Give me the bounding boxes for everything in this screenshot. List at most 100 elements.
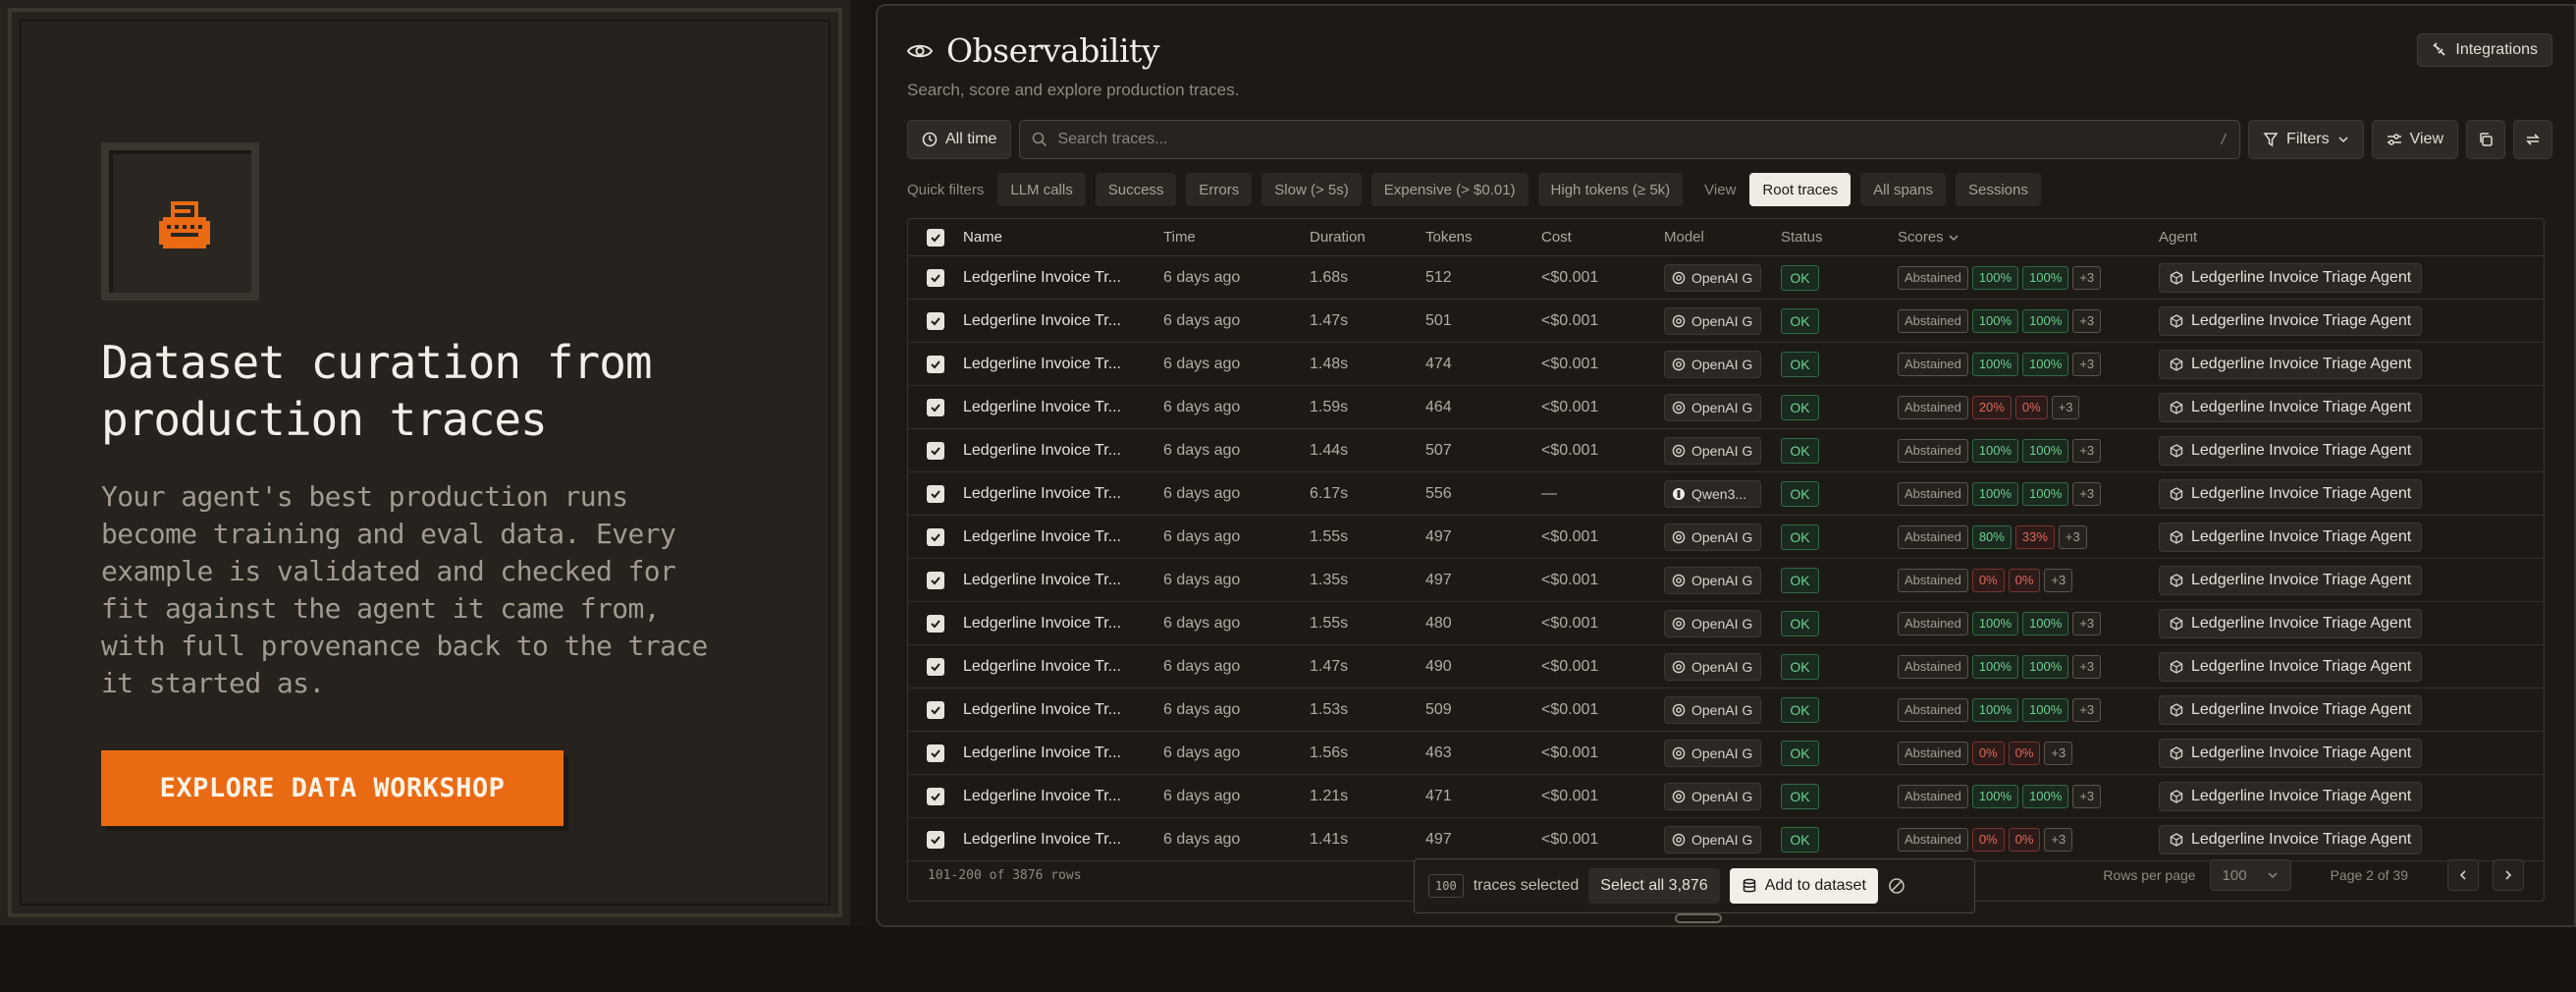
trace-name[interactable]: Ledgerline Invoice Tr...	[963, 744, 1163, 762]
trace-name[interactable]: Ledgerline Invoice Tr...	[963, 485, 1163, 503]
agent-badge[interactable]: Ledgerline Invoice Triage Agent	[2159, 522, 2423, 552]
col-agent[interactable]: Agent	[2159, 229, 2544, 246]
score-badge: +3	[2051, 395, 2080, 419]
table-row[interactable]: Ledgerline Invoice Tr... 6 days ago 1.68s 5…	[908, 256, 2544, 300]
agent-badge[interactable]: Ledgerline Invoice Triage Agent	[2159, 392, 2423, 422]
trace-name[interactable]: Ledgerline Invoice Tr...	[963, 528, 1163, 546]
row-checkbox[interactable]	[927, 527, 944, 546]
integrations-button[interactable]: Integrations	[2417, 33, 2552, 67]
view-all-spans[interactable]: All spans	[1860, 173, 1946, 206]
row-checkbox[interactable]	[927, 830, 944, 849]
trace-name[interactable]: Ledgerline Invoice Tr...	[963, 788, 1163, 805]
col-time[interactable]: Time	[1163, 229, 1310, 246]
explore-data-workshop-button[interactable]: EXPLORE DATA WORKSHOP	[101, 750, 564, 826]
copy-button[interactable]	[2466, 120, 2505, 159]
filters-button[interactable]: Filters	[2248, 120, 2364, 159]
row-checkbox[interactable]	[927, 614, 944, 633]
agent-badge[interactable]: Ledgerline Invoice Triage Agent	[2159, 565, 2423, 595]
table-row[interactable]: Ledgerline Invoice Tr... 6 days ago 1.48s 4…	[908, 343, 2544, 386]
table-row[interactable]: Ledgerline Invoice Tr... 6 days ago 1.44s 5…	[908, 429, 2544, 472]
agent-badge[interactable]: Ledgerline Invoice Triage Agent	[2159, 781, 2423, 811]
col-scores[interactable]: Scores	[1898, 229, 2159, 246]
table-row[interactable]: Ledgerline Invoice Tr... 6 days ago 6.17s 5…	[908, 472, 2544, 516]
agent-badge[interactable]: Ledgerline Invoice Triage Agent	[2159, 435, 2423, 466]
resize-handle[interactable]	[1675, 913, 1722, 923]
trace-name[interactable]: Ledgerline Invoice Tr...	[963, 312, 1163, 330]
agent-name: Ledgerline Invoice Triage Agent	[2191, 441, 2412, 459]
rows-per-page-select[interactable]: 100	[2209, 859, 2291, 891]
row-checkbox[interactable]	[927, 657, 944, 676]
agent-badge[interactable]: Ledgerline Invoice Triage Agent	[2159, 694, 2423, 725]
agent-badge[interactable]: Ledgerline Invoice Triage Agent	[2159, 349, 2423, 379]
next-page-button[interactable]	[2493, 859, 2524, 891]
row-checkbox[interactable]	[927, 787, 944, 805]
row-checkbox[interactable]	[927, 571, 944, 589]
table-row[interactable]: Ledgerline Invoice Tr... 6 days ago 1.53s 5…	[908, 689, 2544, 732]
table-row[interactable]: Ledgerline Invoice Tr... 6 days ago 1.47s 5…	[908, 300, 2544, 343]
agent-badge[interactable]: Ledgerline Invoice Triage Agent	[2159, 305, 2423, 336]
quick-filter-success[interactable]: Success	[1095, 173, 1177, 206]
select-all-checkbox[interactable]	[927, 228, 944, 247]
table-row[interactable]: Ledgerline Invoice Tr... 6 days ago 1.55s 4…	[908, 602, 2544, 645]
trace-name[interactable]: Ledgerline Invoice Tr...	[963, 615, 1163, 633]
quick-filter-high-tokens[interactable]: High tokens (≥ 5k)	[1537, 173, 1684, 206]
trace-name[interactable]: Ledgerline Invoice Tr...	[963, 356, 1163, 373]
table-row[interactable]: Ledgerline Invoice Tr... 6 days ago 1.21s 4…	[908, 775, 2544, 818]
trace-time: 6 days ago	[1163, 398, 1241, 415]
trace-name[interactable]: Ledgerline Invoice Tr...	[963, 572, 1163, 589]
trace-name[interactable]: Ledgerline Invoice Tr...	[963, 269, 1163, 287]
table-row[interactable]: Ledgerline Invoice Tr... 6 days ago 1.56s 4…	[908, 732, 2544, 775]
agent-badge[interactable]: Ledgerline Invoice Triage Agent	[2159, 262, 2423, 293]
trace-name[interactable]: Ledgerline Invoice Tr...	[963, 399, 1163, 416]
agent-badge[interactable]: Ledgerline Invoice Triage Agent	[2159, 738, 2423, 768]
col-name[interactable]: Name	[963, 229, 1163, 246]
refresh-button[interactable]	[2513, 120, 2552, 159]
select-all-button[interactable]: Select all 3,876	[1588, 868, 1720, 904]
table-row[interactable]: Ledgerline Invoice Tr... 6 days ago 1.35s 4…	[908, 559, 2544, 602]
table-row[interactable]: Ledgerline Invoice Tr... 6 days ago 1.59s 4…	[908, 386, 2544, 429]
agent-icon	[2170, 702, 2183, 717]
model-badge: OpenAI G	[1664, 306, 1761, 335]
row-checkbox[interactable]	[927, 700, 944, 719]
table-row[interactable]: Ledgerline Invoice Tr... 6 days ago 1.47s 4…	[908, 645, 2544, 689]
time-range-button[interactable]: All time	[907, 120, 1012, 159]
quick-filter-errors[interactable]: Errors	[1186, 173, 1253, 206]
agent-icon	[2170, 313, 2183, 328]
model-badge: OpenAI G	[1664, 393, 1761, 421]
quick-filters: Quick filters LLM calls Success Errors S…	[907, 173, 2041, 206]
col-model[interactable]: Model	[1664, 229, 1781, 246]
clear-selection-icon[interactable]	[1888, 877, 1905, 895]
copy-icon	[2480, 133, 2493, 146]
trace-name[interactable]: Ledgerline Invoice Tr...	[963, 442, 1163, 460]
prev-page-button[interactable]	[2447, 859, 2479, 891]
col-status[interactable]: Status	[1781, 229, 1898, 246]
agent-badge[interactable]: Ledgerline Invoice Triage Agent	[2159, 608, 2423, 638]
add-to-dataset-button[interactable]: Add to dataset	[1729, 868, 1878, 904]
row-checkbox[interactable]	[927, 311, 944, 330]
quick-filter-expensive[interactable]: Expensive (> $0.01)	[1370, 173, 1529, 206]
col-cost[interactable]: Cost	[1541, 229, 1664, 246]
table-row[interactable]: Ledgerline Invoice Tr... 6 days ago 1.55s 4…	[908, 516, 2544, 559]
view-sessions[interactable]: Sessions	[1956, 173, 2041, 206]
view-root-traces[interactable]: Root traces	[1749, 173, 1852, 206]
row-checkbox[interactable]	[927, 268, 944, 287]
scores-cell: Abstained 100% 100% +3	[1898, 784, 2159, 808]
trace-name[interactable]: Ledgerline Invoice Tr...	[963, 831, 1163, 849]
row-checkbox[interactable]	[927, 398, 944, 416]
search-input[interactable]	[1057, 131, 2211, 148]
row-checkbox[interactable]	[927, 355, 944, 373]
col-tokens[interactable]: Tokens	[1425, 229, 1541, 246]
view-button[interactable]: View	[2371, 120, 2458, 159]
col-duration[interactable]: Duration	[1310, 229, 1425, 246]
agent-name: Ledgerline Invoice Triage Agent	[2191, 398, 2412, 415]
row-checkbox[interactable]	[927, 441, 944, 460]
agent-badge[interactable]: Ledgerline Invoice Triage Agent	[2159, 651, 2423, 682]
score-badge: +3	[2072, 481, 2102, 506]
trace-name[interactable]: Ledgerline Invoice Tr...	[963, 701, 1163, 719]
quick-filter-llm-calls[interactable]: LLM calls	[997, 173, 1086, 206]
agent-badge[interactable]: Ledgerline Invoice Triage Agent	[2159, 478, 2423, 509]
quick-filter-slow[interactable]: Slow (> 5s)	[1261, 173, 1362, 206]
trace-name[interactable]: Ledgerline Invoice Tr...	[963, 658, 1163, 676]
row-checkbox[interactable]	[927, 484, 944, 503]
row-checkbox[interactable]	[927, 744, 944, 762]
